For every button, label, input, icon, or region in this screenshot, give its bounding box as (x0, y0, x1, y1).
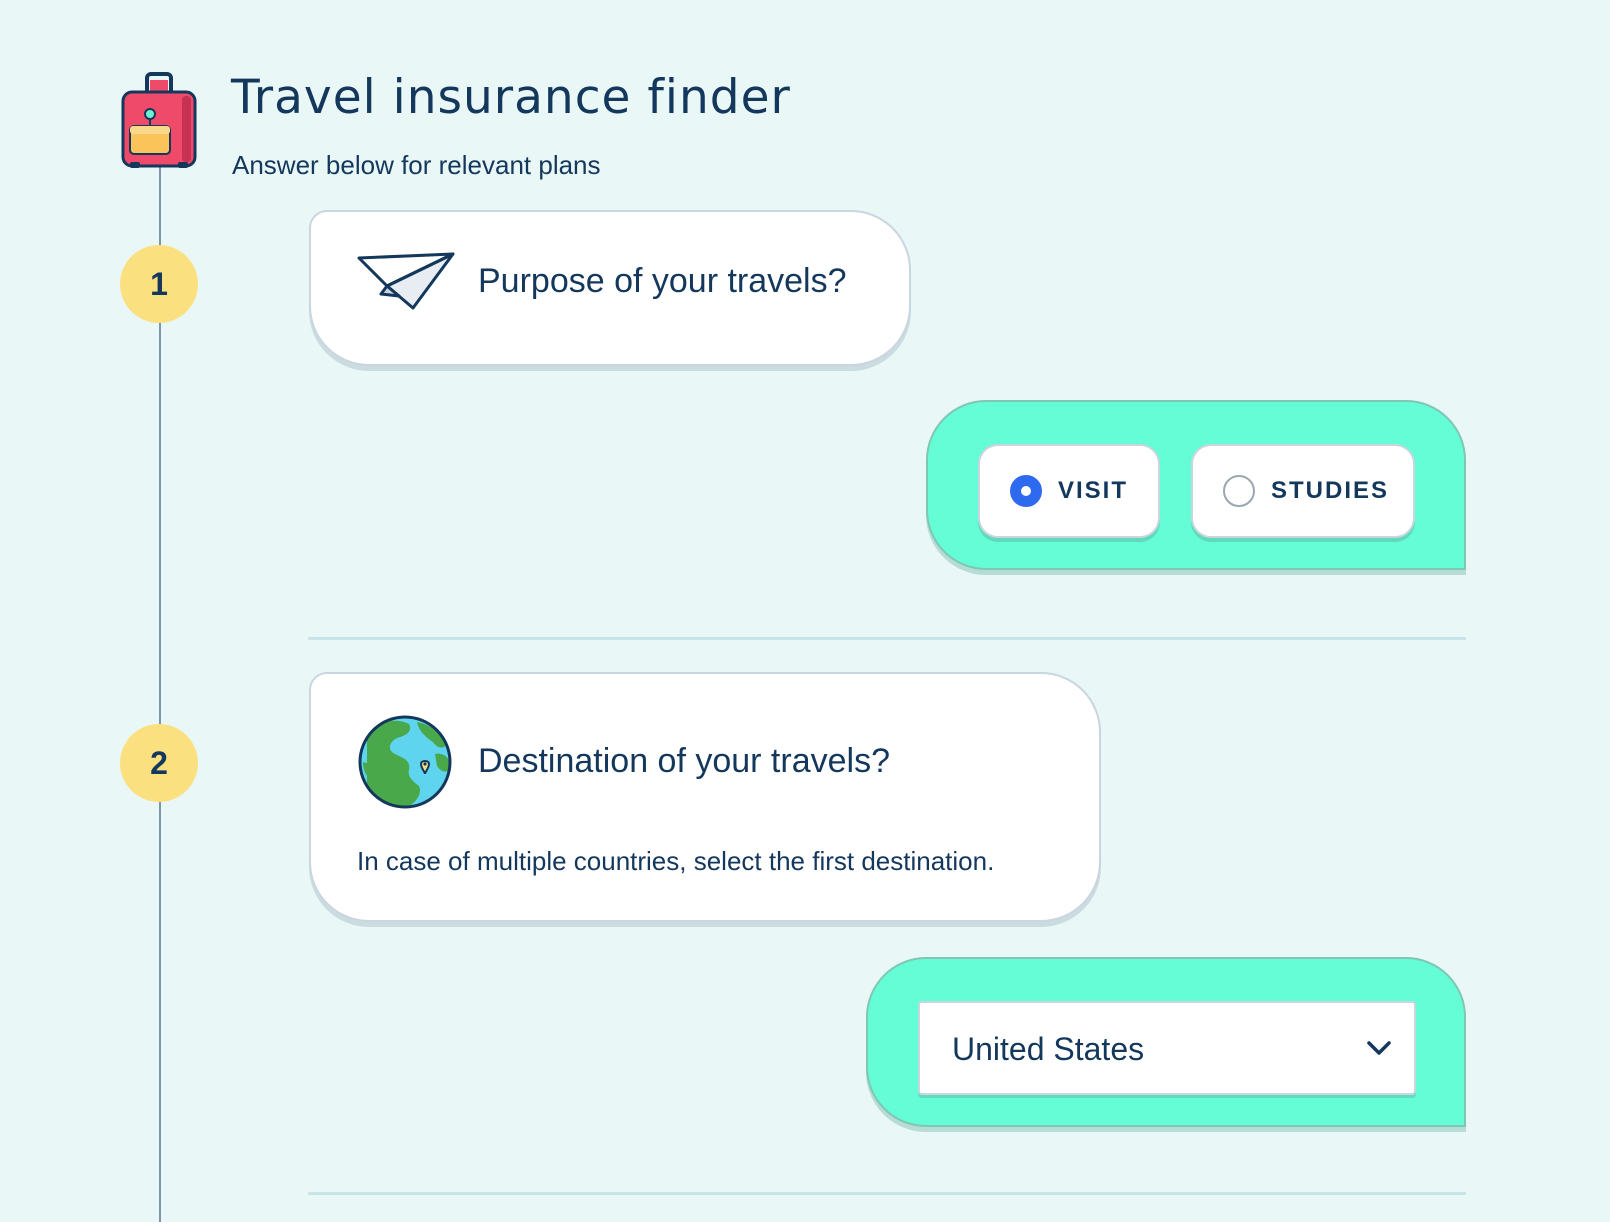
step-1-badge: 1 (120, 245, 198, 323)
radio-option-studies[interactable]: STUDIES (1191, 444, 1415, 538)
question-card-destination: Destination of your travels? In case of … (309, 672, 1101, 922)
section-divider (308, 637, 1466, 640)
question-destination: Destination of your travels? (478, 742, 890, 780)
destination-answer-panel: United States (866, 957, 1466, 1127)
page-subtitle: Answer below for relevant plans (232, 150, 601, 180)
radio-option-visit[interactable]: VISIT (978, 444, 1160, 538)
question-card-purpose: Purpose of your travels? (309, 210, 911, 366)
paper-plane-icon (357, 252, 455, 310)
globe-icon (358, 715, 452, 809)
chevron-down-icon[interactable] (1366, 1039, 1392, 1057)
luggage-icon (121, 72, 197, 168)
page-title: Travel insurance finder (231, 70, 791, 125)
purpose-answer-panel: VISIT STUDIES (926, 400, 1466, 570)
radio-label-visit: VISIT (1058, 477, 1129, 504)
destination-hint: In case of multiple countries, select th… (357, 846, 995, 876)
step-2-badge: 2 (120, 724, 198, 802)
radio-unchecked-icon[interactable] (1223, 475, 1255, 507)
radio-label-studies: STUDIES (1271, 477, 1390, 504)
question-purpose: Purpose of your travels? (478, 262, 847, 300)
section-divider (308, 1192, 1466, 1195)
country-select-value: United States (952, 1031, 1145, 1067)
radio-checked-icon[interactable] (1010, 475, 1042, 507)
country-select[interactable]: United States (918, 1001, 1416, 1095)
